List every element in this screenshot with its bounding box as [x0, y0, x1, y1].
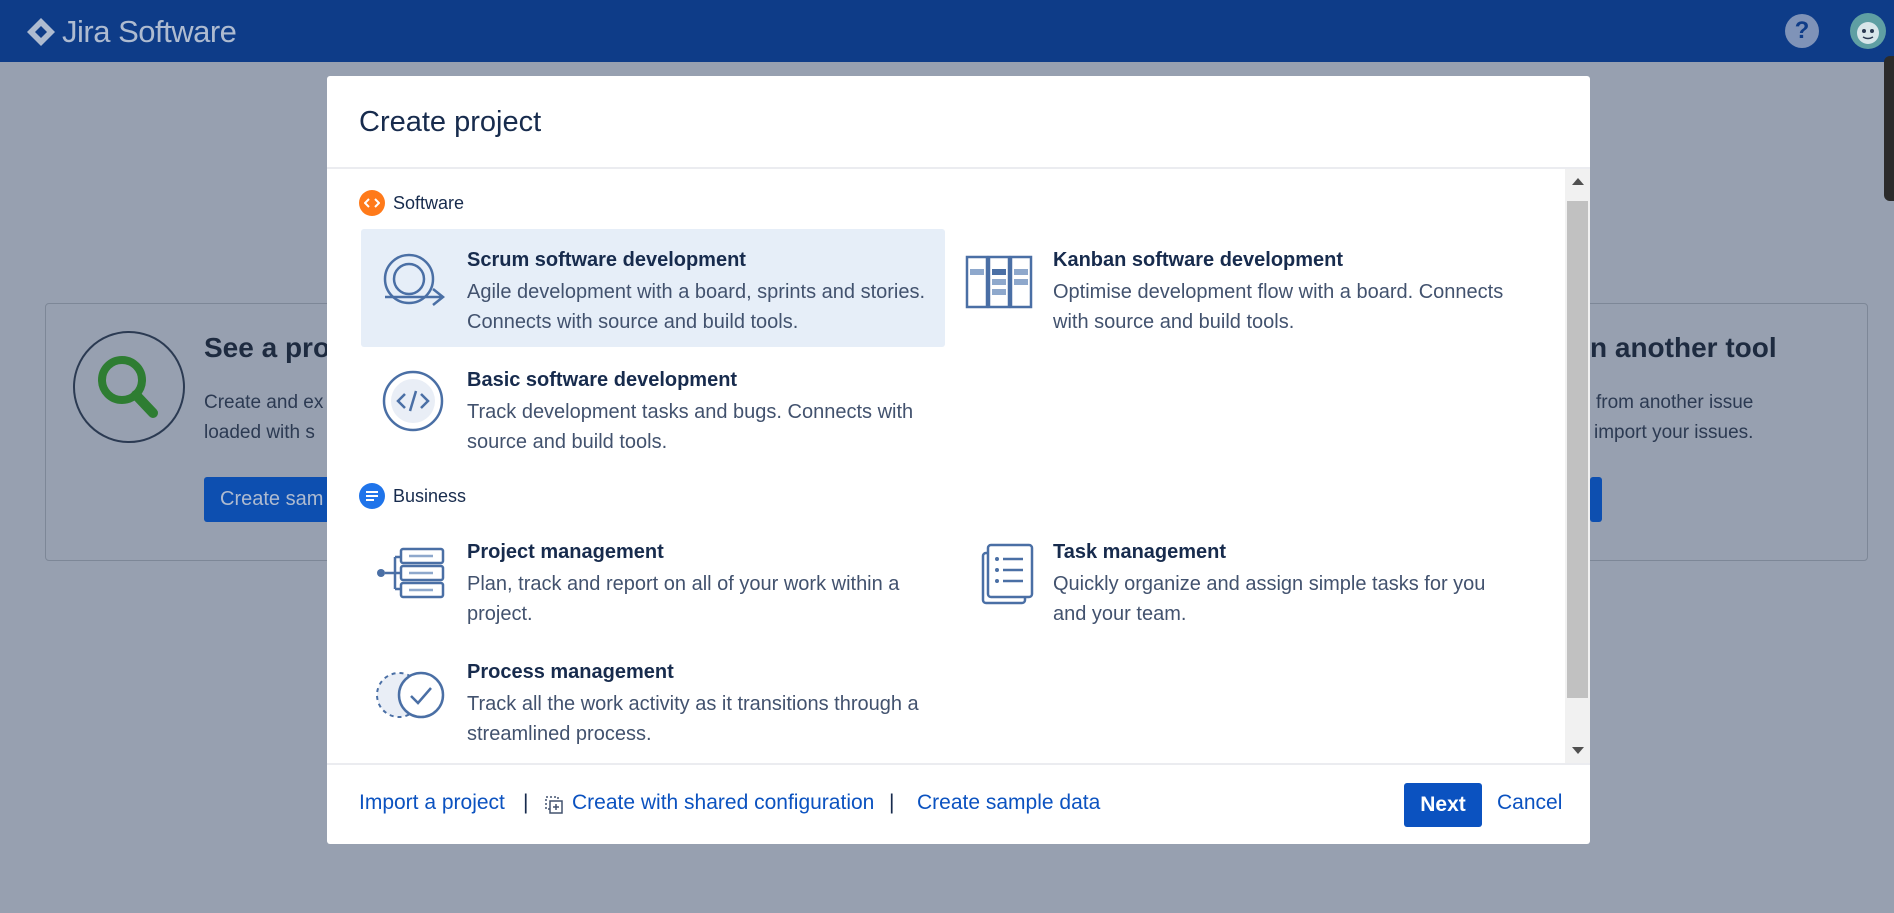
- import-project-link[interactable]: Import a project: [359, 791, 505, 815]
- code-icon: [382, 370, 444, 432]
- option-description: Optimise development flow with a board. …: [1053, 281, 1504, 333]
- project-management-icon: [377, 547, 445, 599]
- background-card-title-left: See a pro: [204, 332, 331, 363]
- section-business: Business: [359, 483, 466, 509]
- jira-diamond-icon: [27, 18, 55, 46]
- task-list-icon: [981, 543, 1034, 605]
- code-brackets-icon: [359, 190, 385, 216]
- option-description: Plan, track and report on all of your wo…: [467, 573, 900, 625]
- option-title: Task management: [1053, 541, 1227, 563]
- jira-logo[interactable]: Jira Software: [26, 14, 237, 50]
- option-title: Project management: [467, 541, 664, 563]
- user-avatar[interactable]: [1850, 13, 1886, 49]
- dialog-header: Create project: [327, 76, 1590, 169]
- dialog-footer: Import a project | Create with shared co…: [327, 763, 1590, 844]
- create-project-dialog: Create project Software Scrum software d…: [327, 76, 1590, 844]
- side-extension-strip: [1884, 56, 1894, 201]
- option-kanban[interactable]: Kanban software development Optimise dev…: [947, 229, 1531, 347]
- footer-separator: |: [523, 791, 529, 814]
- process-check-icon: [376, 671, 445, 719]
- create-sample-data-link[interactable]: Create sample data: [917, 791, 1100, 815]
- option-title: Basic software development: [467, 369, 738, 391]
- dialog-body: Software Scrum software development Agil…: [327, 169, 1590, 763]
- option-title: Kanban software development: [1053, 249, 1344, 271]
- help-button[interactable]: ?: [1785, 14, 1819, 48]
- section-label: Business: [393, 485, 467, 506]
- option-process-management[interactable]: Process management Track all the work ac…: [361, 641, 945, 759]
- document-lines-icon: [359, 483, 385, 509]
- option-description: Agile development with a board, sprints …: [467, 281, 926, 333]
- background-import-button-edge: [1590, 477, 1602, 522]
- scroll-up-arrow-icon[interactable]: [1572, 178, 1584, 185]
- magnifier-icon: [98, 356, 158, 418]
- scrollbar-thumb[interactable]: [1567, 201, 1588, 698]
- option-description: Track development tasks and bugs. Connec…: [467, 401, 914, 453]
- dialog-title: Create project: [359, 106, 542, 138]
- scrum-icon: [383, 253, 446, 306]
- background-card-text-right-1: from another issue: [1596, 392, 1754, 413]
- scroll-down-arrow-icon[interactable]: [1572, 747, 1584, 754]
- option-basic[interactable]: Basic software development Track develop…: [361, 349, 945, 467]
- app-title: Jira Software: [62, 14, 237, 49]
- top-navigation-bar: Jira Software ?: [0, 0, 1894, 62]
- option-description: Track all the work activity as it transi…: [467, 693, 919, 745]
- background-card-title-right: n another tool: [1590, 332, 1777, 363]
- shared-config-icon: [544, 795, 564, 820]
- section-software: Software: [359, 190, 464, 216]
- dialog-scrollbar[interactable]: [1565, 169, 1590, 763]
- kanban-icon: [965, 255, 1033, 309]
- option-project-management[interactable]: Project management Plan, track and repor…: [361, 521, 945, 639]
- background-card-text-left-1: Create and ex: [204, 392, 324, 413]
- next-button[interactable]: Next: [1404, 783, 1482, 827]
- option-task-management[interactable]: Task management Quickly organize and ass…: [947, 521, 1531, 639]
- background-search-circle: [73, 331, 185, 443]
- background-card-text-left-2: loaded with s: [204, 422, 315, 443]
- create-shared-config-link[interactable]: Create with shared configuration: [572, 791, 874, 815]
- option-scrum[interactable]: Scrum software development Agile develop…: [361, 229, 945, 347]
- cancel-link[interactable]: Cancel: [1497, 791, 1562, 815]
- option-title: Scrum software development: [467, 249, 746, 271]
- avatar-face-icon: [1857, 22, 1879, 44]
- option-title: Process management: [467, 661, 674, 683]
- option-description: Quickly organize and assign simple tasks…: [1053, 573, 1486, 625]
- background-card-text-right-2: import your issues.: [1594, 422, 1754, 443]
- footer-separator: |: [889, 791, 895, 814]
- background-create-sample-button: Create sam: [204, 477, 340, 522]
- section-label: Software: [393, 192, 465, 213]
